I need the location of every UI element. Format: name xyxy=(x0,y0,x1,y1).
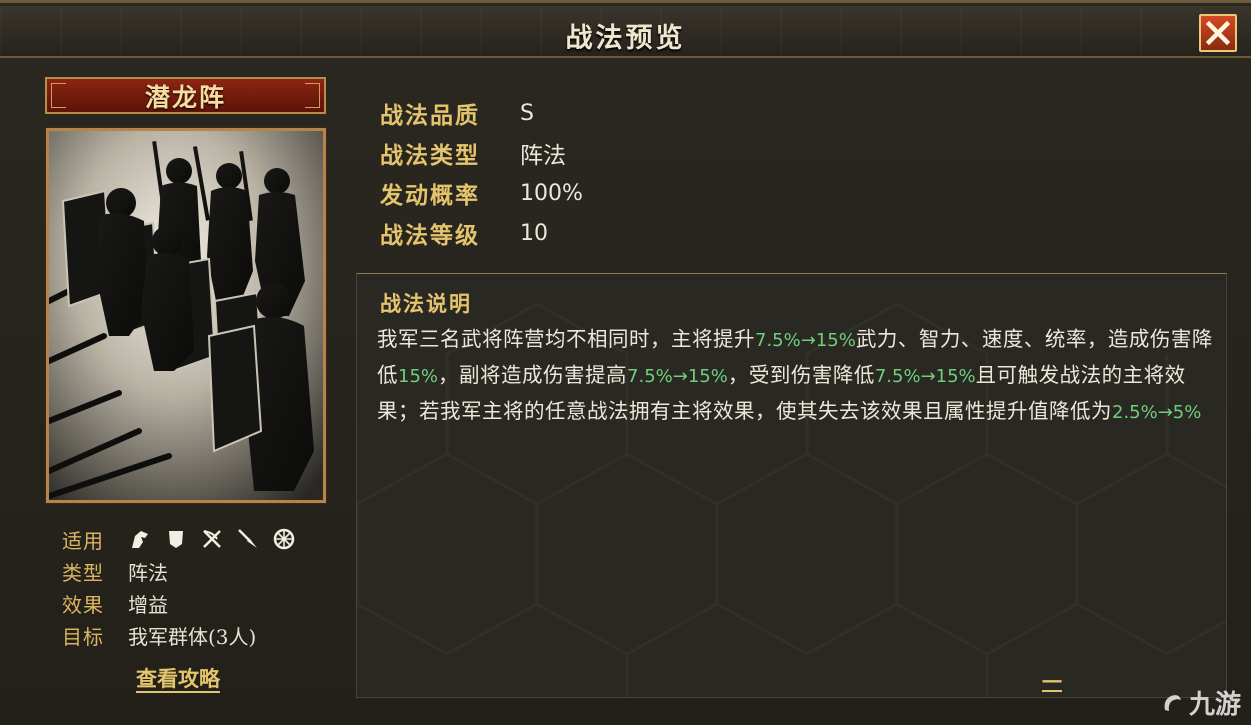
type-row: 战法类型 阵法 xyxy=(380,133,583,173)
close-button[interactable] xyxy=(1199,14,1237,52)
description-text: 我军三名武将阵营均不相同时，主将提升7.5%→15%武力、智力、速度、统率，造成… xyxy=(377,322,1215,430)
quality-row: 战法品质 S xyxy=(380,93,583,133)
desc-segment: ，受到伤害降低 xyxy=(727,363,875,387)
target-value: 我军群体(3人) xyxy=(128,624,257,649)
applicable-troops-row: 适用 xyxy=(62,523,296,555)
shield-icon xyxy=(164,527,188,551)
spear-icon xyxy=(236,527,260,551)
soldiers-illustration xyxy=(49,131,323,500)
watermark: 九游 xyxy=(1159,684,1241,721)
type-label: 战法类型 xyxy=(380,142,480,169)
desc-segment: ，副将造成伤害提高 xyxy=(438,363,628,387)
applicable-label: 适用 xyxy=(62,528,104,553)
skill-artwork xyxy=(46,128,326,503)
category-label: 类型 xyxy=(62,560,104,585)
desc-value-highlight: 7.5%→15% xyxy=(627,366,728,387)
watermark-text: 九游 xyxy=(1188,690,1241,720)
watermark-logo-icon xyxy=(1164,694,1181,711)
category-row: 类型 阵法 xyxy=(62,555,296,587)
effect-row: 效果 增益 xyxy=(62,587,296,619)
archer-icon xyxy=(200,527,224,551)
skill-description-panel: 战法说明 我军三名武将阵营均不相同时，主将提升7.5%→15%武力、智力、速度、… xyxy=(356,273,1227,698)
target-row: 目标 我军群体(3人) xyxy=(62,619,296,651)
desc-segment: 我军三名武将阵营均不相同时，主将提升 xyxy=(377,327,755,351)
window-title: 战法预览 xyxy=(565,23,686,54)
level-value: 10 xyxy=(520,220,548,246)
desc-value-highlight: 2.5%→5% xyxy=(1112,402,1202,423)
desc-value-highlight: 7.5%→15% xyxy=(874,366,976,387)
quality-value: S xyxy=(520,100,534,126)
view-guide-link[interactable]: 查看攻略 xyxy=(136,663,220,693)
level-row: 战法等级 10 xyxy=(380,213,583,253)
chance-row: 发动概率 100% xyxy=(380,173,583,213)
skill-name: 潜龙阵 xyxy=(144,82,226,112)
more-link[interactable]: 一 xyxy=(1042,666,1062,695)
type-value: 阵法 xyxy=(520,143,566,169)
desc-value-highlight: 7.5%→15% xyxy=(755,330,856,351)
target-label: 目标 xyxy=(62,624,104,649)
skill-name-banner: 潜龙阵 xyxy=(45,77,326,114)
skill-properties: 战法品质 S 战法类型 阵法 发动概率 100% 战法等级 10 xyxy=(380,93,583,253)
title-bar: 战法预览 xyxy=(0,6,1251,58)
level-label: 战法等级 xyxy=(380,222,480,249)
category-value: 阵法 xyxy=(128,560,168,585)
skill-attributes: 适用 类型 阵法 效果 增益 目标 我军群体(3人) xyxy=(62,523,296,651)
effect-value: 增益 xyxy=(128,592,168,617)
description-title: 战法说明 xyxy=(380,291,472,316)
chance-value: 100% xyxy=(520,180,583,206)
siege-icon xyxy=(272,527,296,551)
desc-value-highlight: 15% xyxy=(398,366,439,387)
skill-preview-window: 战法预览 潜龙阵 适用 类型 阵法 效果 增益 目标 我军群体(3人) 查看攻略… xyxy=(0,0,1251,725)
effect-label: 效果 xyxy=(62,592,104,617)
chance-label: 发动概率 xyxy=(380,182,480,209)
troop-type-icons xyxy=(128,527,296,551)
close-x-icon xyxy=(1206,21,1230,45)
quality-label: 战法品质 xyxy=(380,102,480,129)
cavalry-icon xyxy=(128,527,152,551)
